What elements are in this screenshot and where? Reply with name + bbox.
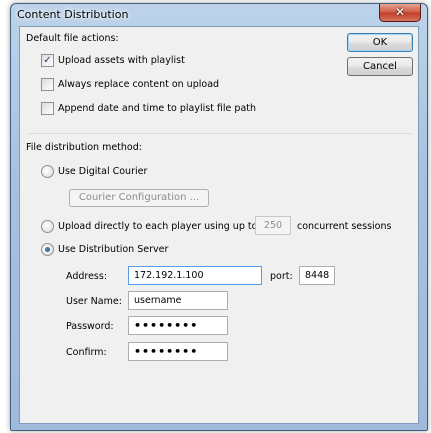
- upload-directly-label[interactable]: Upload directly to each player using up …: [58, 221, 257, 232]
- password-input[interactable]: ••••••••: [128, 316, 228, 335]
- distribution-server-radio[interactable]: [41, 243, 54, 256]
- password-label: Password:: [66, 321, 114, 332]
- username-input[interactable]: username: [128, 291, 228, 310]
- upload-directly-radio[interactable]: [41, 220, 54, 233]
- distribution-server-label[interactable]: Use Distribution Server: [58, 244, 168, 255]
- radio-selected-dot: [45, 247, 50, 252]
- digital-courier-radio[interactable]: [41, 165, 54, 178]
- concurrent-sessions-label: concurrent sessions: [297, 221, 392, 232]
- close-button[interactable]: ✕: [379, 4, 421, 22]
- append-date-checkbox[interactable]: [41, 102, 54, 115]
- username-label: User Name:: [66, 296, 122, 307]
- courier-configuration-button[interactable]: Courier Configuration ...: [69, 189, 209, 207]
- window-title: Content Distribution: [17, 8, 129, 21]
- ok-button[interactable]: OK: [347, 33, 413, 52]
- distribution-heading: File distribution method:: [26, 142, 142, 153]
- checkmark-icon: ✓: [43, 55, 52, 66]
- upload-assets-checkbox[interactable]: ✓: [41, 54, 54, 67]
- confirm-label: Confirm:: [66, 347, 107, 358]
- port-label: port:: [270, 271, 293, 282]
- dialog-body: Default file actions: ✓ Upload assets wi…: [19, 26, 419, 424]
- section-divider: [28, 133, 412, 134]
- concurrent-sessions-input[interactable]: 250: [255, 216, 291, 235]
- port-input[interactable]: 8448: [299, 266, 335, 285]
- default-actions-heading: Default file actions:: [26, 33, 119, 44]
- title-bar[interactable]: Content Distribution ✕: [11, 4, 427, 26]
- always-replace-label[interactable]: Always replace content on upload: [58, 79, 219, 90]
- cancel-button[interactable]: Cancel: [347, 57, 413, 76]
- close-icon: ✕: [394, 5, 406, 19]
- address-label: Address:: [66, 271, 108, 282]
- upload-assets-label[interactable]: Upload assets with playlist: [58, 55, 185, 66]
- append-date-label[interactable]: Append date and time to playlist file pa…: [58, 103, 256, 114]
- address-input[interactable]: 172.192.1.100: [128, 266, 262, 285]
- digital-courier-label[interactable]: Use Digital Courier: [58, 166, 147, 177]
- content-distribution-dialog: Content Distribution ✕ Default file acti…: [10, 3, 428, 431]
- confirm-input[interactable]: ••••••••: [128, 342, 228, 361]
- always-replace-checkbox[interactable]: [41, 78, 54, 91]
